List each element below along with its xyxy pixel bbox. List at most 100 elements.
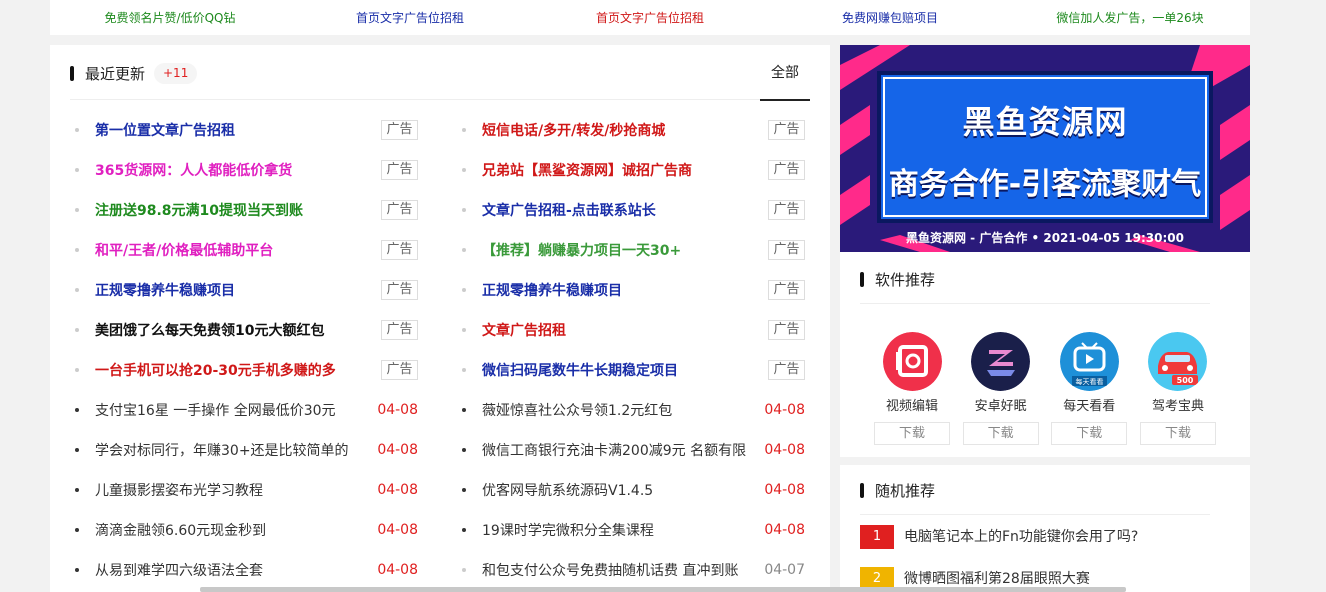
ad-list-item[interactable]: 第一位置文章广告招租 广告: [70, 110, 418, 150]
item-title-link[interactable]: 一台手机可以抢20-30元手机多赚的多: [95, 360, 375, 380]
recent-updates-title: 最近更新: [85, 65, 146, 83]
ad-banner[interactable]: 黑鱼资源网 商务合作-引客流聚财气 黑鱼资源网 - 广告合作 • 2021-04…: [840, 45, 1250, 252]
item-title-link[interactable]: 文章广告招租: [482, 320, 762, 340]
ad-list-item[interactable]: 短信电话/多开/转发/秒抢商城 广告: [457, 110, 805, 150]
bullet-icon: [75, 368, 79, 372]
bullet-icon: [75, 168, 79, 172]
ad-list-item[interactable]: 365货源网：人人都能低价拿货 广告: [70, 150, 418, 190]
item-title-link[interactable]: 美团饿了么每天免费领10元大额红包: [95, 320, 375, 340]
item-title-link[interactable]: 微信工商银行充油卡满200减9元 名额有限: [482, 440, 757, 460]
ad-list-item[interactable]: 兄弟站【黑鲨资源网】诚招广告商 广告: [457, 150, 805, 190]
app-name: 驾考宝典: [1151, 399, 1204, 414]
ad-tag: 广告: [768, 120, 805, 140]
video-edit-icon[interactable]: [882, 332, 942, 391]
item-date: 04-07: [764, 562, 805, 578]
top-link[interactable]: 免费领名片赞/低价QQ钻: [50, 9, 290, 26]
item-title-link[interactable]: 薇娅惊喜社公众号领1.2元红包: [482, 400, 757, 420]
bullet-icon: [75, 408, 79, 412]
random-item-link[interactable]: 电脑笔记本上的Fn功能键你会用了吗?: [904, 525, 1138, 549]
download-button[interactable]: 下载: [1139, 422, 1216, 445]
ad-list-item[interactable]: 美团饿了么每天免费领10元大额红包 广告: [70, 310, 418, 350]
ad-list-item[interactable]: 和平/王者/价格最低辅助平台 广告: [70, 230, 418, 270]
item-title-link[interactable]: 从易到难学四六级语法全套: [95, 560, 370, 580]
list-item[interactable]: 从易到难学四六级语法全套 04-08: [70, 550, 418, 590]
item-title-link[interactable]: 和平/王者/价格最低辅助平台: [95, 240, 375, 260]
list-item[interactable]: 支付宝16星 一手操作 全网最低价30元 04-08: [70, 390, 418, 430]
item-title-link[interactable]: 儿童摄影摆姿布光学习教程: [95, 480, 370, 500]
item-date: 04-08: [764, 402, 805, 418]
recent-updates-header: 最近更新 +11 全部: [70, 45, 810, 101]
ad-list-item[interactable]: 正规零撸养牛稳赚项目 广告: [70, 270, 418, 310]
item-title-link[interactable]: 文章广告招租-点击联系站长: [482, 200, 762, 220]
bullet-icon: [462, 288, 466, 292]
top-link[interactable]: 首页文字广告位招租: [530, 9, 770, 26]
ad-list-item[interactable]: 文章广告招租-点击联系站长 广告: [457, 190, 805, 230]
item-title-link[interactable]: 优客网导航系统源码V1.4.5: [482, 480, 757, 500]
list-item[interactable]: 薇娅惊喜社公众号领1.2元红包 04-08: [457, 390, 805, 430]
item-date: 04-08: [377, 562, 418, 578]
item-title-link[interactable]: 和包支付公众号免费抽随机话费 直冲到账: [482, 560, 757, 580]
random-item[interactable]: 1 电脑笔记本上的Fn功能键你会用了吗?: [860, 525, 1230, 567]
item-title-link[interactable]: 微信扫码尾数牛牛长期稳定项目: [482, 360, 762, 380]
bullet-icon: [462, 448, 466, 452]
item-date: 04-08: [377, 482, 418, 498]
item-title-link[interactable]: 19课时学完微积分全集课程: [482, 520, 757, 540]
download-button[interactable]: 下载: [1051, 422, 1128, 445]
item-title-link[interactable]: 【推荐】躺赚暴力项目一天30+: [482, 240, 762, 260]
software-header: 软件推荐: [860, 252, 1210, 304]
app-name: 安卓好眠: [974, 399, 1027, 414]
item-title-link[interactable]: 滴滴金融领6.60元现金秒到: [95, 520, 370, 540]
item-title-link[interactable]: 正规零撸养牛稳赚项目: [482, 280, 762, 300]
download-button[interactable]: 下载: [874, 422, 950, 445]
random-header: 随机推荐: [860, 465, 1210, 515]
list-item[interactable]: 微信工商银行充油卡满200减9元 名额有限 04-08: [457, 430, 805, 470]
ad-list-item[interactable]: 微信扫码尾数牛牛长期稳定项目 广告: [457, 350, 805, 390]
app-name: 视频编辑: [885, 399, 938, 414]
bullet-icon: [462, 408, 466, 412]
item-title-link[interactable]: 第一位置文章广告招租: [95, 120, 375, 140]
bullet-icon: [462, 328, 466, 332]
list-row: 第一位置文章广告招租 广告 短信电话/多开/转发/秒抢商城 广告: [70, 110, 810, 150]
ad-tag: 广告: [768, 320, 805, 340]
item-title-link[interactable]: 注册送98.8元满10提现当天到账: [95, 200, 375, 220]
list-row: 学会对标同行，年赚30+还是比较简单的 04-08 微信工商银行充油卡满200减9元…: [70, 430, 810, 470]
ad-tag: 广告: [768, 240, 805, 260]
bullet-icon: [75, 128, 79, 132]
sleep-app-icon[interactable]: [971, 332, 1031, 391]
top-link[interactable]: 免费网赚包赔项目: [770, 9, 1010, 26]
list-item[interactable]: 和包支付公众号免费抽随机话费 直冲到账 04-07: [457, 550, 805, 590]
item-title-link[interactable]: 短信电话/多开/转发/秒抢商城: [482, 120, 762, 140]
ad-list-item[interactable]: 注册送98.8元满10提现当天到账 广告: [70, 190, 418, 230]
bullet-icon: [462, 248, 466, 252]
ad-list-item[interactable]: 【推荐】躺赚暴力项目一天30+ 广告: [457, 230, 805, 270]
top-link[interactable]: 首页文字广告位招租: [290, 9, 530, 26]
list-item[interactable]: 学会对标同行，年赚30+还是比较简单的 04-08: [70, 430, 418, 470]
ad-list-item[interactable]: 一台手机可以抢20-30元手机多赚的多 广告: [70, 350, 418, 390]
download-button[interactable]: 下载: [962, 422, 1039, 445]
top-link[interactable]: 微信加人发广告，一单26块: [1010, 9, 1250, 26]
horizontal-scrollbar[interactable]: [200, 587, 1126, 592]
list-row: 和平/王者/价格最低辅助平台 广告 【推荐】躺赚暴力项目一天30+ 广告: [70, 230, 810, 270]
tab-all[interactable]: 全部: [760, 45, 810, 101]
item-date: 04-08: [764, 522, 805, 538]
list-row: 365货源网：人人都能低价拿货 广告 兄弟站【黑鲨资源网】诚招广告商 广告: [70, 150, 810, 190]
section-marker: [860, 272, 864, 287]
list-item[interactable]: 优客网导航系统源码V1.4.5 04-08: [457, 470, 805, 510]
bullet-icon: [75, 248, 79, 252]
ad-tag: 广告: [381, 240, 418, 260]
section-marker: [860, 483, 864, 498]
svg-text:每天看看: 每天看看: [1075, 377, 1103, 386]
tv-app-icon[interactable]: 每天看看: [1059, 332, 1119, 391]
item-title-link[interactable]: 支付宝16星 一手操作 全网最低价30元: [95, 400, 370, 420]
ad-list-item[interactable]: 文章广告招租 广告: [457, 310, 805, 350]
ad-list-item[interactable]: 正规零撸养牛稳赚项目 广告: [457, 270, 805, 310]
item-title-link[interactable]: 365货源网：人人都能低价拿货: [95, 160, 375, 180]
ad-tag: 广告: [381, 120, 418, 140]
car-app-icon[interactable]: 500: [1148, 332, 1208, 391]
item-title-link[interactable]: 兄弟站【黑鲨资源网】诚招广告商: [482, 160, 762, 180]
list-item[interactable]: 儿童摄影摆姿布光学习教程 04-08: [70, 470, 418, 510]
item-title-link[interactable]: 正规零撸养牛稳赚项目: [95, 280, 375, 300]
list-item[interactable]: 滴滴金融领6.60元现金秒到 04-08: [70, 510, 418, 550]
item-title-link[interactable]: 学会对标同行，年赚30+还是比较简单的: [95, 440, 370, 460]
list-item[interactable]: 19课时学完微积分全集课程 04-08: [457, 510, 805, 550]
